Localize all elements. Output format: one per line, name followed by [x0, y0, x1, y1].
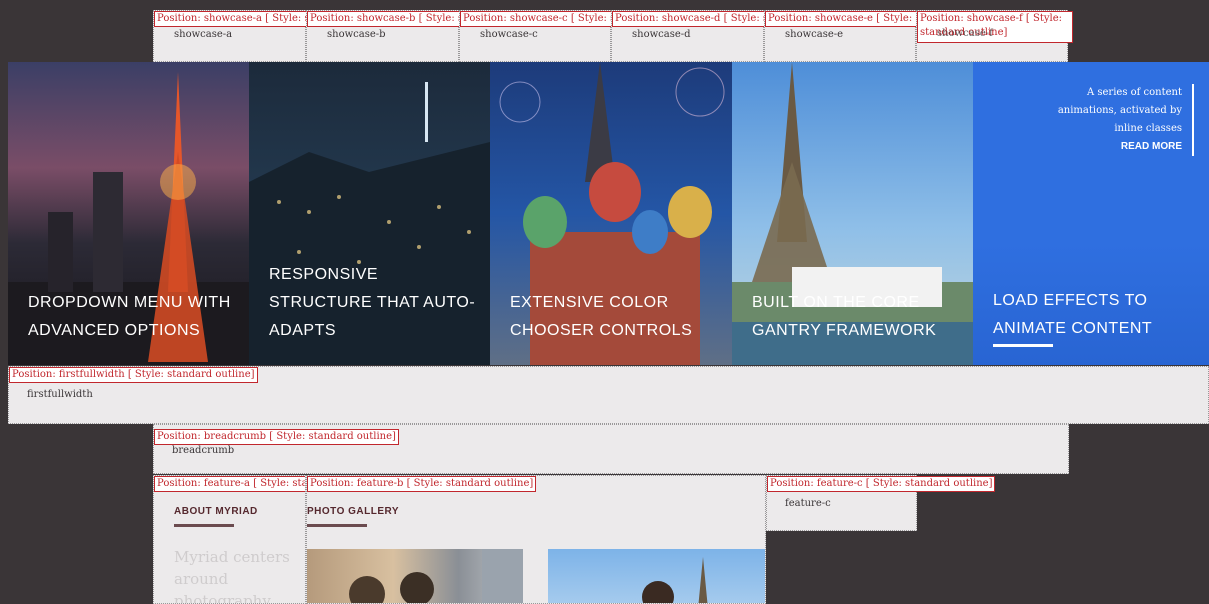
promo-text: A series of content animations, activate… [1057, 87, 1182, 134]
feature-c-name: feature-c [785, 498, 831, 509]
promo-box: A series of content animations, activate… [1042, 84, 1194, 156]
tile-title: BUILT ON THE CORE GANTRY FRAMEWORK [752, 294, 937, 339]
tile-moscow[interactable]: EXTENSIVE COLOR CHOOSER CONTROLS [490, 62, 732, 365]
photo-gallery-heading: PHOTO GALLERY [307, 506, 400, 517]
showcase-a-name: showcase-a [174, 29, 233, 40]
breadcrumb-name: breadcrumb [172, 445, 235, 456]
breadcrumb-position: Position: breadcrumb [ Style: standard o… [153, 424, 1069, 474]
firstfullwidth-tag: Position: firstfullwidth [ Style: standa… [9, 367, 258, 383]
tile-title: RESPONSIVE STRUCTURE THAT AUTO-ADAPTS [269, 266, 476, 339]
showcase-f-position: Position: showcase-f [ Style: standard o… [916, 10, 1073, 62]
tile-paris[interactable]: BUILT ON THE CORE GANTRY FRAMEWORK [732, 62, 973, 365]
tile-title: DROPDOWN MENU WITH ADVANCED OPTIONS [28, 294, 231, 339]
showcase-e-tag: Position: showcase-e [ Style: s [765, 11, 921, 27]
tile-beijing[interactable]: A series of content animations, activate… [973, 62, 1209, 365]
firstfullwidth-position: Position: firstfullwidth [ Style: standa… [8, 366, 1209, 424]
about-myriad-heading: ABOUT MYRIAD [174, 506, 258, 517]
about-myriad-text: Myriad centers around photography [174, 548, 290, 604]
feature-a-tag: Position: feature-a [ Style: star [154, 476, 305, 492]
feature-c-tag: Position: feature-c [ Style: standard ou… [767, 476, 996, 492]
tile-seoul[interactable]: RESPONSIVE STRUCTURE THAT AUTO-ADAPTS [249, 62, 490, 365]
title-underline [993, 344, 1053, 347]
showcase-c-name: showcase-c [480, 29, 538, 40]
photo-paris-girl-image [642, 557, 708, 603]
breadcrumb-tag: Position: breadcrumb [ Style: standard o… [154, 429, 399, 445]
feature-b-position: Position: feature-b [ Style: standard ou… [306, 475, 766, 604]
showcase-b-position: Position: showcase-b [ Style: s showcase… [306, 10, 464, 62]
tile-tokyo[interactable]: DROPDOWN MENU WITH ADVANCED OPTIONS [8, 62, 249, 365]
tile-title: LOAD EFFECTS TO ANIMATE CONTENT [993, 292, 1153, 337]
gallery-photo-2[interactable] [548, 549, 765, 603]
showcase-f-tag-line1: Position: showcase-f [ Style: [920, 13, 1063, 24]
showcase-d-tag: Position: showcase-d [ Style: s [612, 11, 769, 27]
showcase-b-tag: Position: showcase-b [ Style: s [307, 11, 464, 27]
showcase-e-name: showcase-e [785, 29, 844, 40]
showcase-c-position: Position: showcase-c [ Style: s showcase… [459, 10, 616, 62]
heading-underline [307, 524, 367, 527]
tile-title: EXTENSIVE COLOR CHOOSER CONTROLS [510, 294, 693, 339]
firstfullwidth-name: firstfullwidth [27, 389, 93, 400]
showcase-d-name: showcase-d [632, 29, 691, 40]
showcase-a-position: Position: showcase-a [ Style: s showcase… [153, 10, 311, 62]
feature-a-position: Position: feature-a [ Style: star ABOUT … [153, 475, 306, 604]
showcase-e-position: Position: showcase-e [ Style: s showcase… [764, 10, 921, 62]
feature-c-position: Position: feature-c [ Style: standard ou… [766, 475, 996, 531]
showcase-b-name: showcase-b [327, 29, 386, 40]
heading-underline [174, 524, 234, 527]
feature-b-tag: Position: feature-b [ Style: standard ou… [307, 476, 537, 492]
showcase-d-position: Position: showcase-d [ Style: s showcase… [611, 10, 769, 62]
gallery-photo-1[interactable] [307, 549, 523, 603]
showcase-c-tag: Position: showcase-c [ Style: s [460, 11, 616, 27]
photo-friends-image [349, 549, 523, 603]
read-more-link[interactable]: READ MORE [1042, 138, 1182, 156]
showcase-f-name: showcase-f [937, 28, 993, 39]
showcase-a-tag: Position: showcase-a [ Style: s [154, 11, 311, 27]
